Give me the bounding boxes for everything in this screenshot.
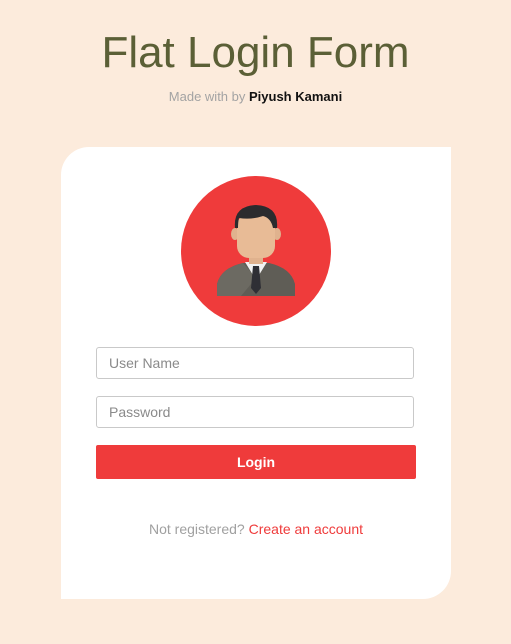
register-prompt: Not registered? [148, 521, 245, 537]
login-button[interactable]: Login [96, 445, 416, 479]
login-card: Login Not registered? Create an account [61, 147, 451, 599]
credit-author: Piyush Kamani [249, 89, 343, 104]
create-account-link[interactable]: Create an account [249, 521, 363, 537]
credit-prefix: Made with by [168, 89, 246, 104]
avatar-illustration [217, 205, 295, 296]
page-title: Flat Login Form [101, 28, 410, 77]
user-avatar-icon [181, 176, 331, 326]
username-input[interactable] [96, 347, 414, 379]
register-line: Not registered? Create an account [61, 521, 451, 537]
password-input[interactable] [96, 396, 414, 428]
credit-line: Made with by Piyush Kamani [0, 89, 511, 104]
